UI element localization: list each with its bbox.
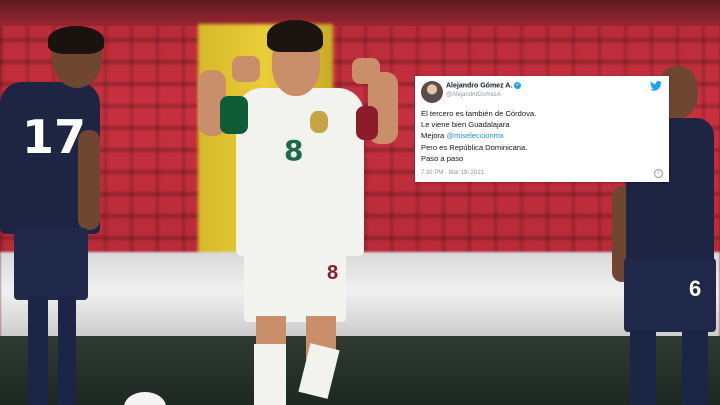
right-player-number: 6 <box>689 276 702 301</box>
right-player-leg <box>630 330 656 405</box>
left-player-shorts <box>14 228 88 300</box>
embedded-tweet[interactable]: Alejandro Gómez A. ✓ @AlejandroGomezA El … <box>415 76 669 182</box>
tweet-line: El tercero es también de Córdova. <box>421 109 537 118</box>
verified-badge-icon: ✓ <box>514 82 522 89</box>
tweet-line: Le viene bien Guadalajara <box>421 120 510 130</box>
center-player-hair <box>267 20 323 52</box>
center-player-sleeve <box>220 96 248 134</box>
twitter-bird-icon[interactable] <box>650 81 662 91</box>
right-player-shorts <box>624 258 716 332</box>
mention-link[interactable]: @miseleccionmx <box>446 131 504 140</box>
center-player-shirt <box>236 88 364 256</box>
center-player-number: 8 <box>284 134 304 167</box>
left-player-leg <box>28 296 48 405</box>
tweet-timestamp[interactable]: 7:32 PM · Mar 18, 2021 <box>421 170 484 176</box>
tweet-line: Mejora @miseleccionmx <box>421 130 536 141</box>
left-player-hair <box>48 26 104 54</box>
mexico-crest-icon <box>310 111 328 133</box>
author-avatar[interactable] <box>421 81 443 103</box>
tweet-body: El tercero es también de Córdova. Le vie… <box>421 108 536 164</box>
center-player-sleeve <box>356 106 378 140</box>
center-player-fist <box>232 56 260 82</box>
stands-upper-tier <box>0 0 720 26</box>
tweet-line: Pero es República Dominicana. <box>421 142 528 152</box>
tweet-author-handle[interactable]: @AlejandroGomezA <box>446 92 501 98</box>
center-player-shorts-number: 8 <box>327 262 339 284</box>
right-player-leg <box>682 330 708 405</box>
author-name-text[interactable]: Alejandro Gómez A. <box>446 82 512 89</box>
center-player-sock <box>254 344 286 405</box>
left-player-number: 17 <box>22 110 87 164</box>
info-icon[interactable]: i <box>654 169 663 178</box>
center-player-fist <box>352 58 380 84</box>
left-player-leg <box>58 296 76 405</box>
tweet-line-text: Mejora <box>421 131 447 141</box>
pitch <box>0 336 720 405</box>
match-photo: 17 8 8 6 <box>0 0 720 405</box>
tweet-author-name[interactable]: Alejandro Gómez A. ✓ <box>446 82 522 89</box>
tweet-line: Paso a paso <box>421 153 464 163</box>
